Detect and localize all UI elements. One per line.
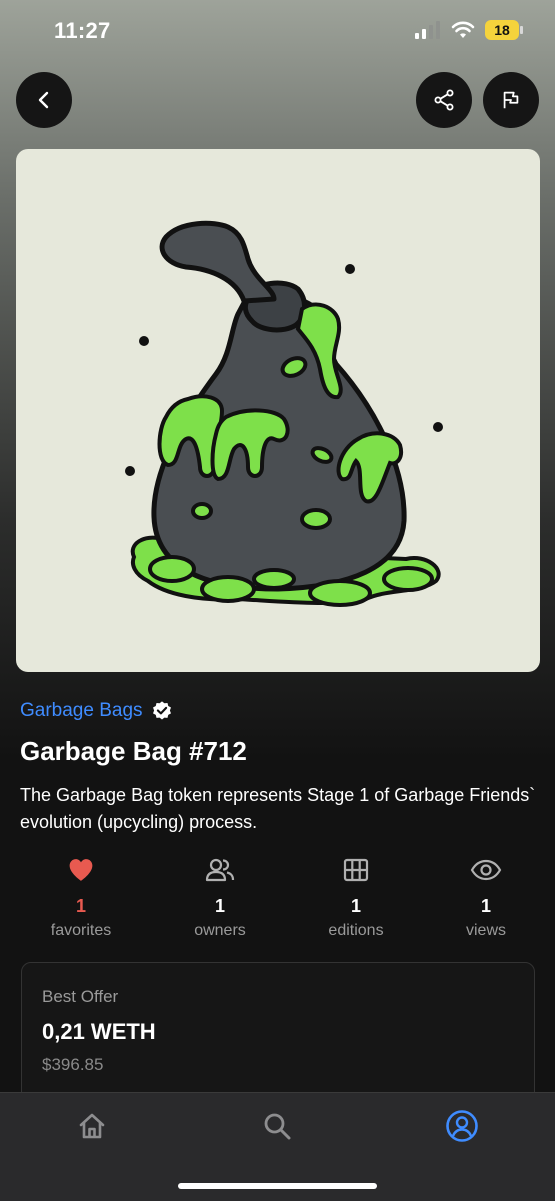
signal-icon (415, 21, 440, 39)
editions-grid-icon (343, 858, 369, 882)
owners-label: owners (194, 922, 246, 939)
flag-icon (503, 91, 519, 109)
stat-views[interactable]: 1 views (426, 852, 546, 940)
nft-description: The Garbage Bag token represents Stage 1… (20, 785, 536, 832)
best-offer-label: Best Offer (42, 987, 119, 1006)
collection-name[interactable]: Garbage Bags (20, 700, 143, 722)
status-bar: 11:27 18 (0, 0, 555, 64)
favorites-count: 1 (75, 896, 86, 916)
wifi-icon (451, 21, 475, 38)
eye-icon (470, 859, 502, 881)
garbage-bag-artwork (125, 220, 443, 607)
best-offer-value: 0,21 WETH (42, 1019, 156, 1044)
profile-icon (446, 1110, 478, 1142)
views-count: 1 (480, 896, 491, 916)
back-button[interactable] (16, 72, 72, 128)
search-icon (264, 1113, 291, 1140)
home-icon (79, 1113, 105, 1139)
stats-row: 1 favorites 1 owners 1 editions 1 views (0, 852, 555, 952)
share-icon (434, 89, 454, 111)
nav-profile[interactable] (432, 1101, 492, 1151)
status-time: 11:27 (54, 18, 111, 43)
nav-search[interactable] (247, 1101, 307, 1151)
nft-artwork[interactable] (16, 149, 540, 672)
battery-level: 18 (494, 22, 510, 38)
nav-home[interactable] (62, 1101, 122, 1151)
favorites-label: favorites (50, 922, 112, 939)
chevron-left-icon (38, 91, 49, 109)
home-indicator (178, 1183, 377, 1189)
editions-label: editions (328, 922, 384, 939)
stat-favorites[interactable]: 1 favorites (21, 852, 141, 940)
owners-count: 1 (214, 896, 225, 916)
stat-editions[interactable]: 1 editions (296, 852, 416, 940)
editions-count: 1 (350, 896, 361, 916)
verified-badge-icon (152, 701, 171, 720)
nft-title: Garbage Bag #712 (20, 736, 247, 766)
stat-owners[interactable]: 1 owners (160, 852, 280, 940)
collection-link[interactable]: Garbage Bags (20, 700, 173, 722)
views-label: views (465, 922, 506, 939)
best-offer-usd: $396.85 (42, 1055, 104, 1074)
battery-indicator: 18 (485, 20, 523, 40)
report-button[interactable] (483, 72, 539, 128)
heart-icon (69, 859, 93, 881)
share-button[interactable] (416, 72, 472, 128)
owners-icon (205, 858, 235, 882)
